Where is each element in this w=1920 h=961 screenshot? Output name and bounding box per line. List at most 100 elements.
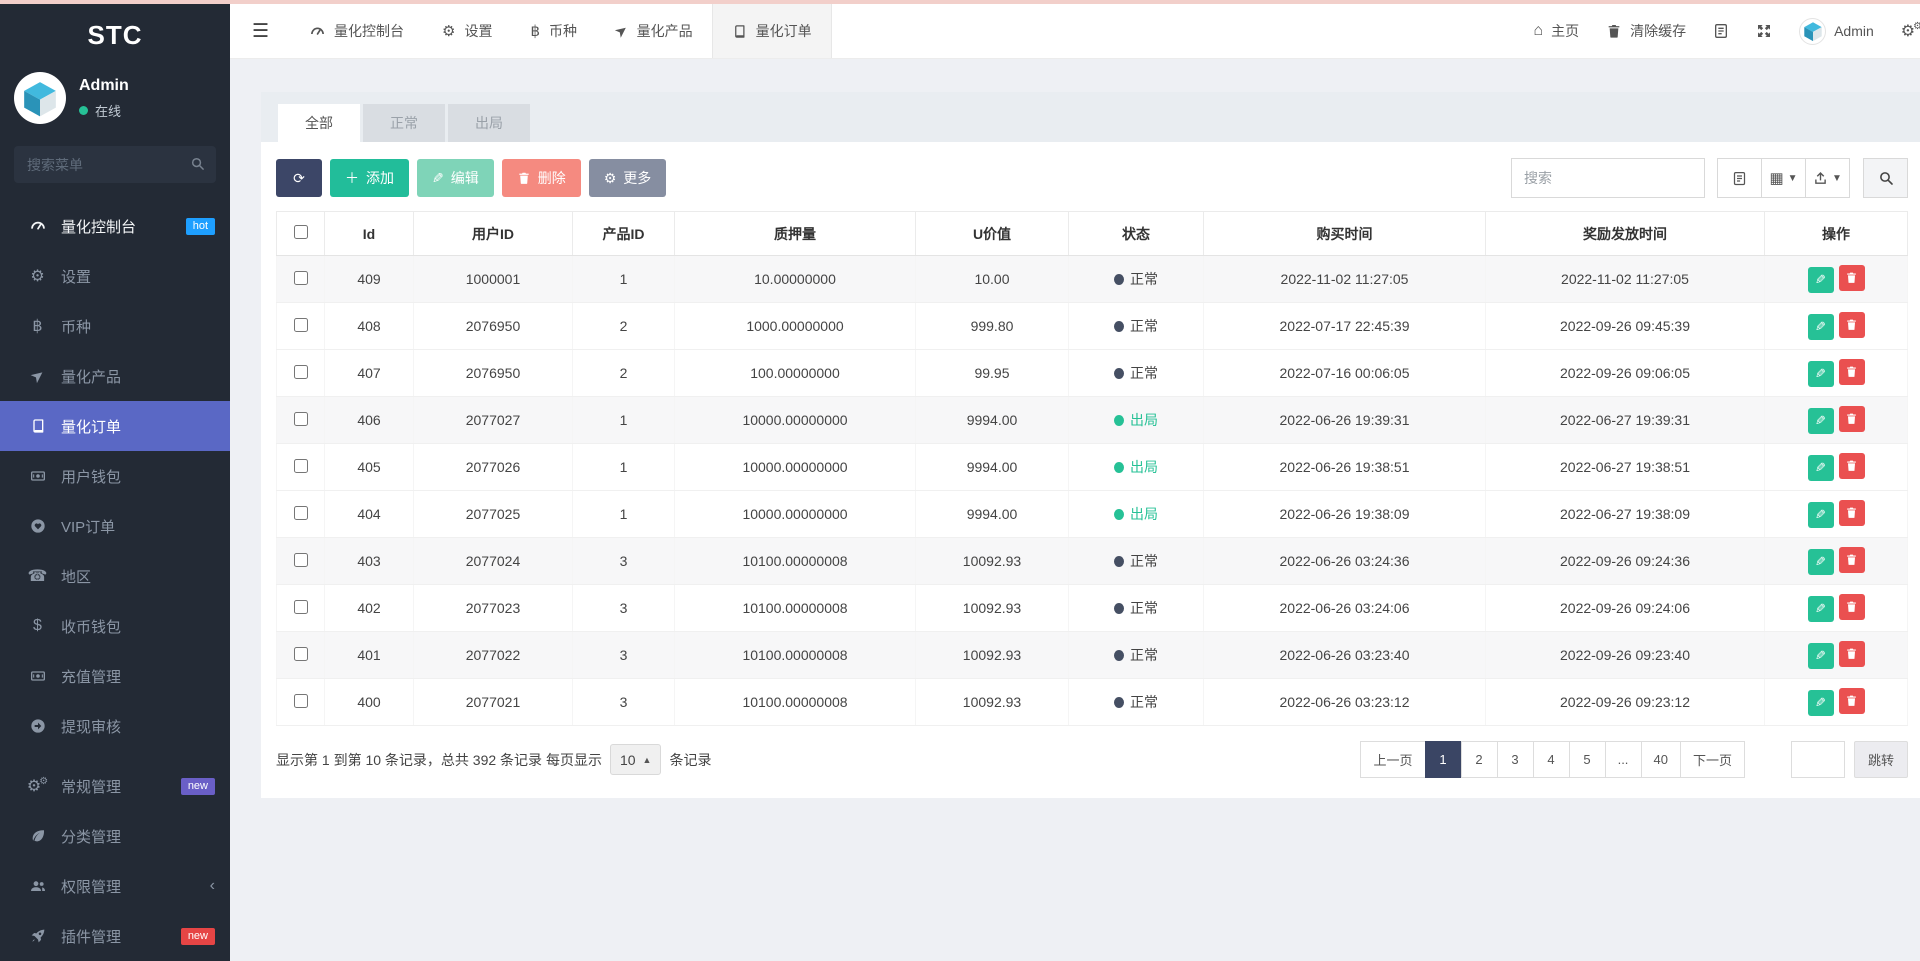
- page-jump-button[interactable]: 跳转: [1853, 741, 1908, 778]
- sidebar-item-plugin[interactable]: 插件管理 new: [0, 911, 230, 961]
- sidebar-item-coin-wallet[interactable]: $ 收币钱包: [0, 601, 230, 651]
- status-dot-icon: [1114, 461, 1124, 473]
- sidebar-item-permission[interactable]: 权限管理 ‹: [0, 861, 230, 911]
- page-jump-input[interactable]: [1790, 741, 1845, 778]
- delete-row-button[interactable]: [1838, 264, 1865, 291]
- filter-tab-2[interactable]: 出局: [448, 104, 530, 142]
- page-button-4[interactable]: 4: [1532, 741, 1570, 778]
- topbar-settings-button[interactable]: ⚙ ⚙: [1901, 21, 1920, 41]
- sidebar-item-label: 地区: [61, 568, 92, 586]
- topbar-tab-currency[interactable]: ฿ 币种: [512, 4, 597, 58]
- edit-row-button[interactable]: ✎: [1807, 455, 1834, 482]
- home-label: 主页: [1551, 23, 1580, 39]
- common-search-toggle-button[interactable]: [1717, 158, 1762, 198]
- page-button-3[interactable]: 3: [1496, 741, 1534, 778]
- sidebar-item-products[interactable]: ➤ 量化产品: [0, 351, 230, 401]
- gear-icon: ⚙: [603, 169, 617, 186]
- delete-row-button[interactable]: [1838, 358, 1865, 385]
- delete-row-button[interactable]: [1838, 499, 1865, 526]
- edit-row-button[interactable]: ✎: [1807, 643, 1834, 670]
- edit-row-button[interactable]: ✎: [1807, 596, 1834, 623]
- add-button[interactable]: ＋ 添加: [330, 159, 409, 197]
- delete-row-button[interactable]: [1838, 687, 1865, 714]
- clear-cache-button[interactable]: 清除缓存: [1606, 21, 1686, 41]
- row-checkbox[interactable]: [293, 505, 308, 520]
- sidebar-item-withdraw-audit[interactable]: 提现审核: [0, 701, 230, 751]
- topbar-tab-settings[interactable]: ⚙ 设置: [423, 4, 511, 58]
- refresh-button[interactable]: ⟳: [276, 159, 322, 197]
- export-icon: [1813, 171, 1828, 186]
- topbar-user-menu[interactable]: Admin: [1799, 17, 1874, 45]
- sidebar-item-user-wallet[interactable]: 用户钱包: [0, 451, 230, 501]
- filter-tab-1[interactable]: 正常: [363, 104, 445, 142]
- edit-row-button[interactable]: ✎: [1807, 502, 1834, 529]
- columns-toggle-button[interactable]: ▦ ▼: [1761, 158, 1806, 198]
- edit-row-button[interactable]: ✎: [1807, 408, 1834, 435]
- page-button-ellipsis[interactable]: ...: [1604, 741, 1642, 778]
- sidebar-item-general[interactable]: ⚙ ⚙ 常规管理 new: [0, 761, 230, 811]
- filter-tab-0[interactable]: 全部: [278, 104, 360, 142]
- edit-row-button[interactable]: ✎: [1807, 361, 1834, 388]
- page-button-1[interactable]: 1: [1424, 741, 1462, 778]
- page-button-2[interactable]: 2: [1460, 741, 1498, 778]
- sidebar-item-label: 收币钱包: [61, 618, 122, 636]
- edit-row-button[interactable]: ✎: [1807, 267, 1834, 294]
- row-checkbox[interactable]: [293, 599, 308, 614]
- page-button-next[interactable]: 下一页: [1679, 741, 1745, 778]
- delete-row-button[interactable]: [1838, 640, 1865, 667]
- page-button-5[interactable]: 5: [1568, 741, 1606, 778]
- search-submit-button[interactable]: [1863, 158, 1908, 198]
- brand-logo[interactable]: STC: [0, 4, 230, 66]
- topbar-tab-products[interactable]: ➤ 量化产品: [596, 4, 712, 58]
- row-u-value: 10092.93: [915, 631, 1069, 679]
- delete-row-button[interactable]: [1838, 405, 1865, 432]
- edit-row-button[interactable]: ✎: [1807, 549, 1834, 576]
- row-checkbox[interactable]: [293, 646, 308, 661]
- row-checkbox[interactable]: [293, 411, 308, 426]
- delete-row-button[interactable]: [1838, 452, 1865, 479]
- edit-button[interactable]: ✎ 编辑: [417, 159, 494, 197]
- row-checkbox[interactable]: [293, 693, 308, 708]
- docs-button[interactable]: [1713, 23, 1729, 39]
- row-checkbox[interactable]: [293, 364, 308, 379]
- export-button[interactable]: ▼: [1805, 158, 1850, 198]
- table-row: 401 2077022 3 10100.00000008 10092.93 正常 2022-…: [276, 631, 1908, 679]
- edit-row-button[interactable]: ✎: [1807, 314, 1834, 341]
- table-search-input[interactable]: [1511, 158, 1705, 198]
- row-checkbox[interactable]: [293, 458, 308, 473]
- sidebar-item-region[interactable]: ☎ 地区: [0, 551, 230, 601]
- sidebar-item-category[interactable]: 分类管理: [0, 811, 230, 861]
- row-checkbox[interactable]: [293, 317, 308, 332]
- home-button[interactable]: ⌂ 主页: [1533, 21, 1579, 41]
- menu-search-input[interactable]: [14, 146, 216, 183]
- more-button[interactable]: ⚙ 更多: [588, 159, 667, 197]
- status-label: 正常: [1130, 318, 1158, 334]
- heart-icon: [27, 518, 48, 534]
- sidebar-item-currency[interactable]: ฿ 币种: [0, 301, 230, 351]
- row-checkbox[interactable]: [293, 552, 308, 567]
- delete-button[interactable]: 删除: [501, 159, 581, 197]
- delete-row-button[interactable]: [1838, 546, 1865, 573]
- row-checkbox[interactable]: [293, 270, 308, 285]
- page-size-select[interactable]: 10 ▲: [609, 744, 662, 775]
- status-dot-icon: [1114, 320, 1124, 332]
- topbar-tab-dashboard[interactable]: 量化控制台: [291, 4, 423, 58]
- hamburger-menu-icon[interactable]: ☰: [230, 4, 291, 58]
- sidebar-item-vip-orders[interactable]: VIP订单: [0, 501, 230, 551]
- row-id: 405: [324, 443, 414, 491]
- pencil-icon: ✎: [1815, 695, 1826, 711]
- page-button-40[interactable]: 40: [1640, 741, 1681, 778]
- sidebar-item-dashboard[interactable]: 量化控制台 hot: [0, 201, 230, 251]
- cube-logo-icon: [1802, 20, 1824, 42]
- cogs-icon: ⚙ ⚙: [1900, 21, 1920, 40]
- topbar-tab-orders[interactable]: 量化订单: [711, 4, 832, 58]
- sidebar-item-orders[interactable]: 量化订单: [0, 401, 230, 451]
- delete-row-button[interactable]: [1838, 311, 1865, 338]
- delete-row-button[interactable]: [1838, 593, 1865, 620]
- sidebar-item-settings[interactable]: ⚙ 设置: [0, 251, 230, 301]
- edit-row-button[interactable]: ✎: [1807, 690, 1834, 717]
- select-all-checkbox[interactable]: [293, 225, 308, 239]
- fullscreen-button[interactable]: [1756, 23, 1772, 39]
- sidebar-item-recharge[interactable]: 充值管理: [0, 651, 230, 701]
- page-button-prev[interactable]: 上一页: [1360, 741, 1426, 778]
